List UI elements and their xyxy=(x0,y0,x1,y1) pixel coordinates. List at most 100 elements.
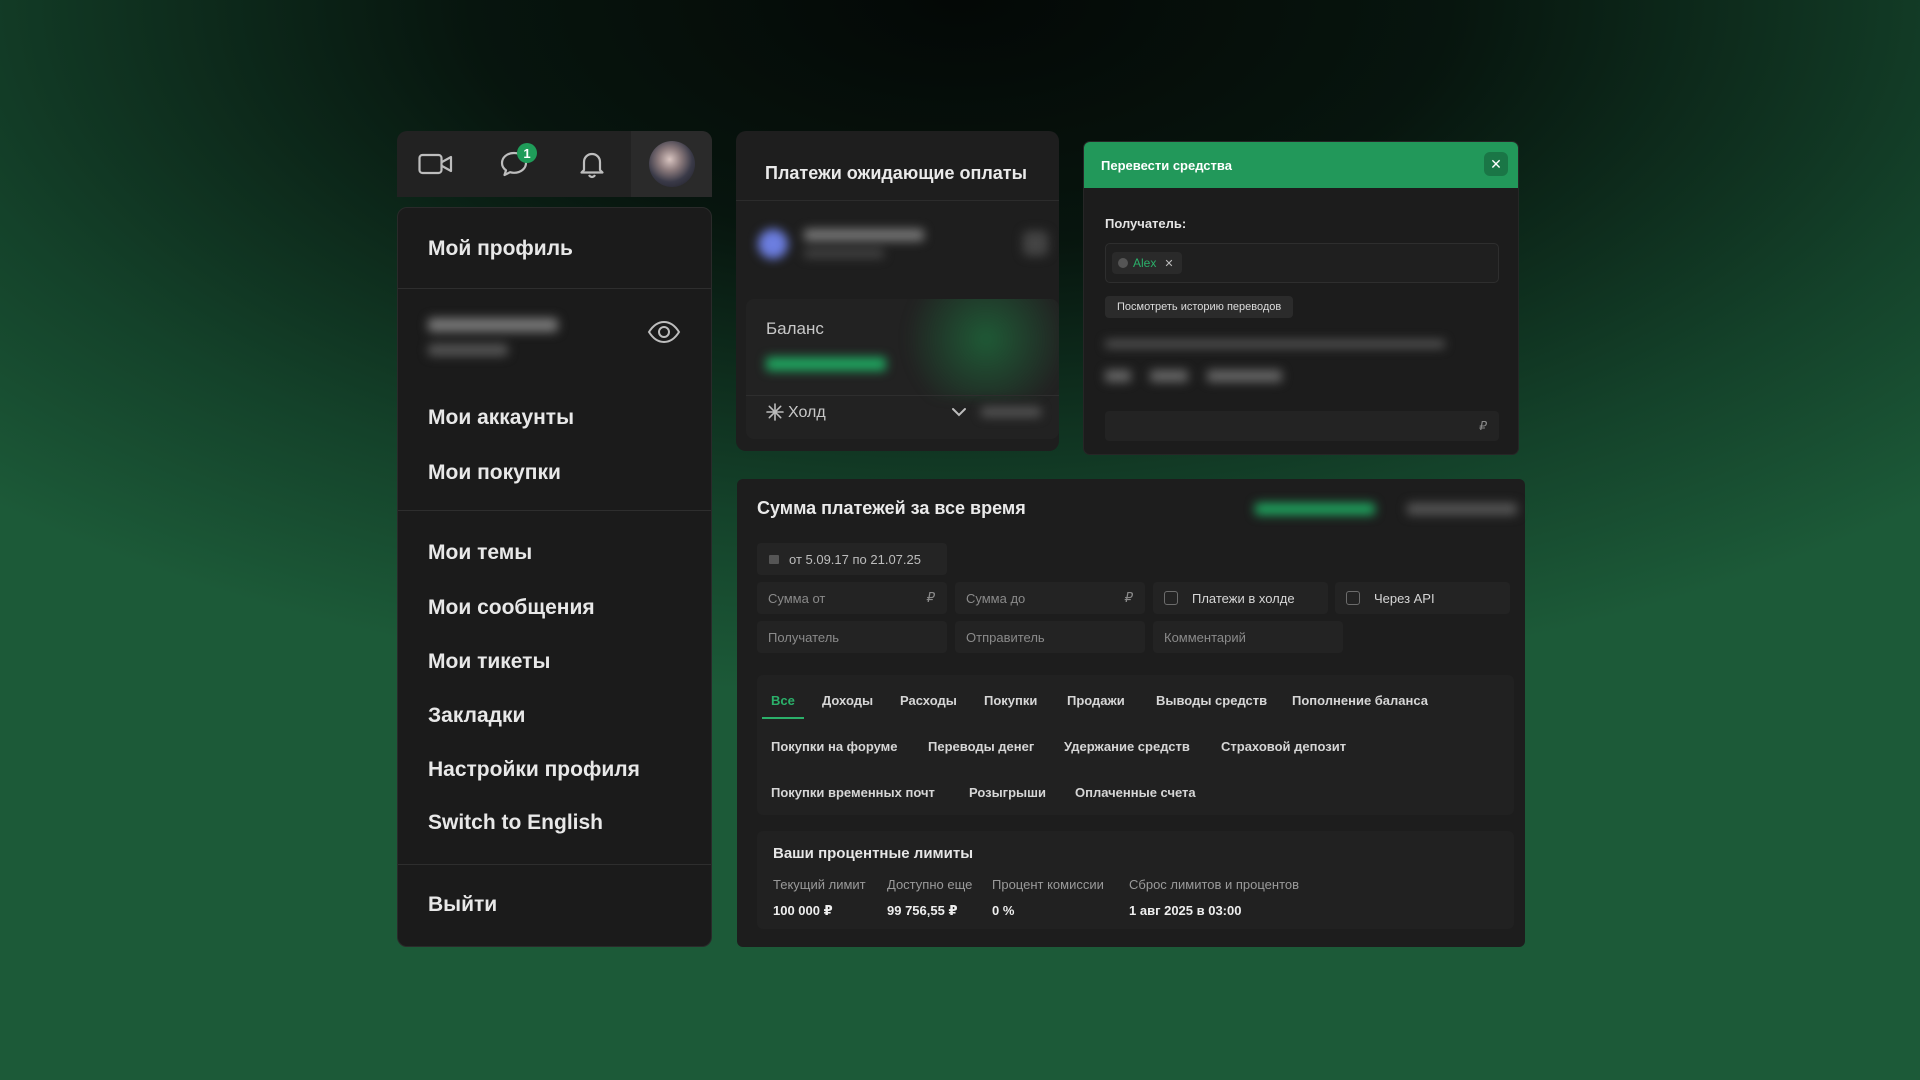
menu-item-themes[interactable]: Мои темы xyxy=(428,541,532,565)
checkbox-box[interactable] xyxy=(1346,591,1360,605)
sum-to-input[interactable]: Сумма до ₽ xyxy=(955,582,1145,614)
menu-item-purchases[interactable]: Мои покупки xyxy=(428,461,561,485)
recipient-filter-input[interactable]: Получатель xyxy=(757,621,947,653)
recipient-input[interactable]: Alex ✕ xyxy=(1105,243,1499,283)
transfer-modal: Перевести средства ✕ Получатель: Alex ✕ … xyxy=(1084,142,1518,454)
remove-tag-icon[interactable]: ✕ xyxy=(1164,257,1173,270)
tab-purchases[interactable]: Покупки xyxy=(984,693,1037,708)
currency-sign: ₽ xyxy=(1124,590,1133,605)
tab-withdrawals[interactable]: Выводы средств xyxy=(1156,693,1267,708)
sum-from-input[interactable]: Сумма от ₽ xyxy=(757,582,947,614)
tab-holds[interactable]: Удержание средств xyxy=(1064,739,1190,754)
date-range-text: от 5.09.17 по 21.07.25 xyxy=(789,551,921,567)
tab-paid-invoices[interactable]: Оплаченные счета xyxy=(1075,785,1196,800)
transfer-header: Перевести средства ✕ xyxy=(1084,142,1518,188)
profile-menu: Мой профиль Мои аккаунты Мои покупки Мои… xyxy=(397,207,712,947)
pending-payments-title: Платежи ожидающие оплаты xyxy=(765,163,1027,183)
commission-value: 0 % xyxy=(992,903,1015,918)
amount-input[interactable]: ₽ xyxy=(1105,411,1499,441)
video-icon xyxy=(418,153,453,175)
sum-to-placeholder: Сумма до xyxy=(966,590,1026,606)
comment-filter-input[interactable]: Комментарий xyxy=(1153,621,1343,653)
menu-item-tickets[interactable]: Мои тикеты xyxy=(428,650,550,674)
menu-item-logout[interactable]: Выйти xyxy=(428,893,497,917)
video-button[interactable] xyxy=(397,131,475,197)
limits-block: Ваши процентные лимиты Текущий лимит 100… xyxy=(757,831,1514,929)
notifications-button[interactable] xyxy=(553,131,631,197)
transfer-history-button[interactable]: Посмотреть историю переводов xyxy=(1105,296,1294,318)
api-checkbox[interactable]: Через API xyxy=(1335,582,1510,614)
sender-filter-input[interactable]: Отправитель xyxy=(955,621,1145,653)
menu-item-accounts[interactable]: Мои аккаунты xyxy=(428,406,574,430)
recipient-tag[interactable]: Alex ✕ xyxy=(1112,252,1182,274)
close-icon: ✕ xyxy=(1490,155,1502,172)
current-limit-value: 100 000 ₽ xyxy=(773,903,833,918)
snowflake-icon xyxy=(766,403,784,421)
top-icon-bar: 1 xyxy=(397,131,712,197)
commission-label: Процент комиссии xyxy=(992,877,1104,892)
checkbox-box[interactable] xyxy=(1164,591,1178,605)
api-label: Через API xyxy=(1374,590,1435,606)
payments-stats-panel: Сумма платежей за все время от 5.09.17 п… xyxy=(737,479,1525,947)
chat-badge: 1 xyxy=(517,143,537,163)
category-tabs: Все Доходы Расходы Покупки Продажи Вывод… xyxy=(757,675,1514,815)
hold-value-hidden xyxy=(981,407,1041,417)
avatar-button[interactable] xyxy=(631,131,712,197)
amount-currency: ₽ xyxy=(1479,419,1487,433)
menu-divider xyxy=(398,288,711,289)
hidden-balance-block xyxy=(428,318,558,356)
tab-expenses[interactable]: Расходы xyxy=(900,693,957,708)
tab-temp-mail-purchases[interactable]: Покупки временных почт xyxy=(771,785,935,800)
hold-payments-checkbox[interactable]: Платежи в холде xyxy=(1153,582,1328,614)
stats-total-expense-hidden xyxy=(1407,503,1517,515)
chevron-down-icon[interactable] xyxy=(951,405,967,419)
available-value: 99 756,55 ₽ xyxy=(887,903,958,918)
calendar-icon xyxy=(769,555,779,564)
divider xyxy=(736,200,1059,201)
current-limit-label: Текущий лимит xyxy=(773,877,866,892)
recipient-tag-name: Alex xyxy=(1133,256,1157,270)
menu-item-profile[interactable]: Мой профиль xyxy=(428,237,573,261)
balance-glow xyxy=(886,299,1059,399)
recipient-filter-placeholder: Получатель xyxy=(768,629,840,645)
bell-icon xyxy=(580,152,604,179)
menu-item-settings[interactable]: Настройки профиля xyxy=(428,758,640,782)
balance-value-hidden xyxy=(766,357,886,371)
transfer-title: Перевести средства xyxy=(1101,157,1232,173)
hold-label: Холд xyxy=(788,404,826,421)
tag-avatar xyxy=(1118,258,1128,268)
transfer-hint-hidden xyxy=(1105,340,1445,348)
hold-payments-label: Платежи в холде xyxy=(1192,590,1295,606)
eye-icon[interactable] xyxy=(647,320,681,344)
chat-button[interactable]: 1 xyxy=(475,131,553,197)
tab-active-underline xyxy=(762,717,804,719)
tab-sales[interactable]: Продажи xyxy=(1067,693,1125,708)
divider xyxy=(746,395,1059,396)
tab-deposits[interactable]: Пополнение баланса xyxy=(1292,693,1428,708)
menu-item-messages[interactable]: Мои сообщения xyxy=(428,596,595,620)
menu-item-language[interactable]: Switch to English xyxy=(428,811,603,835)
reset-label: Сброс лимитов и процентов xyxy=(1129,877,1300,892)
menu-divider xyxy=(398,510,711,511)
date-range-picker[interactable]: от 5.09.17 по 21.07.25 xyxy=(757,543,947,575)
pending-payment-item xyxy=(758,221,1048,271)
avatar xyxy=(648,141,695,187)
stats-total-income-hidden xyxy=(1255,503,1375,515)
recipient-label: Получатель: xyxy=(1105,216,1187,231)
sum-from-placeholder: Сумма от xyxy=(768,590,826,606)
balance-label: Баланс xyxy=(766,319,824,338)
tab-income[interactable]: Доходы xyxy=(822,693,873,708)
close-button[interactable]: ✕ xyxy=(1484,152,1508,176)
tab-all[interactable]: Все xyxy=(771,693,795,708)
menu-divider xyxy=(398,864,711,865)
tab-forum-purchases[interactable]: Покупки на форуме xyxy=(771,739,898,754)
tab-insurance-deposit[interactable]: Страховой депозит xyxy=(1221,739,1346,754)
comment-filter-placeholder: Комментарий xyxy=(1164,629,1246,645)
stats-title: Сумма платежей за все время xyxy=(757,498,1026,518)
quick-amounts-hidden xyxy=(1105,370,1290,382)
available-label: Доступно еще xyxy=(887,877,973,892)
menu-item-bookmarks[interactable]: Закладки xyxy=(428,704,525,728)
tab-transfers[interactable]: Переводы денег xyxy=(928,739,1034,754)
tab-giveaways[interactable]: Розыгрыши xyxy=(969,785,1046,800)
reset-value: 1 авг 2025 в 03:00 xyxy=(1129,903,1242,918)
